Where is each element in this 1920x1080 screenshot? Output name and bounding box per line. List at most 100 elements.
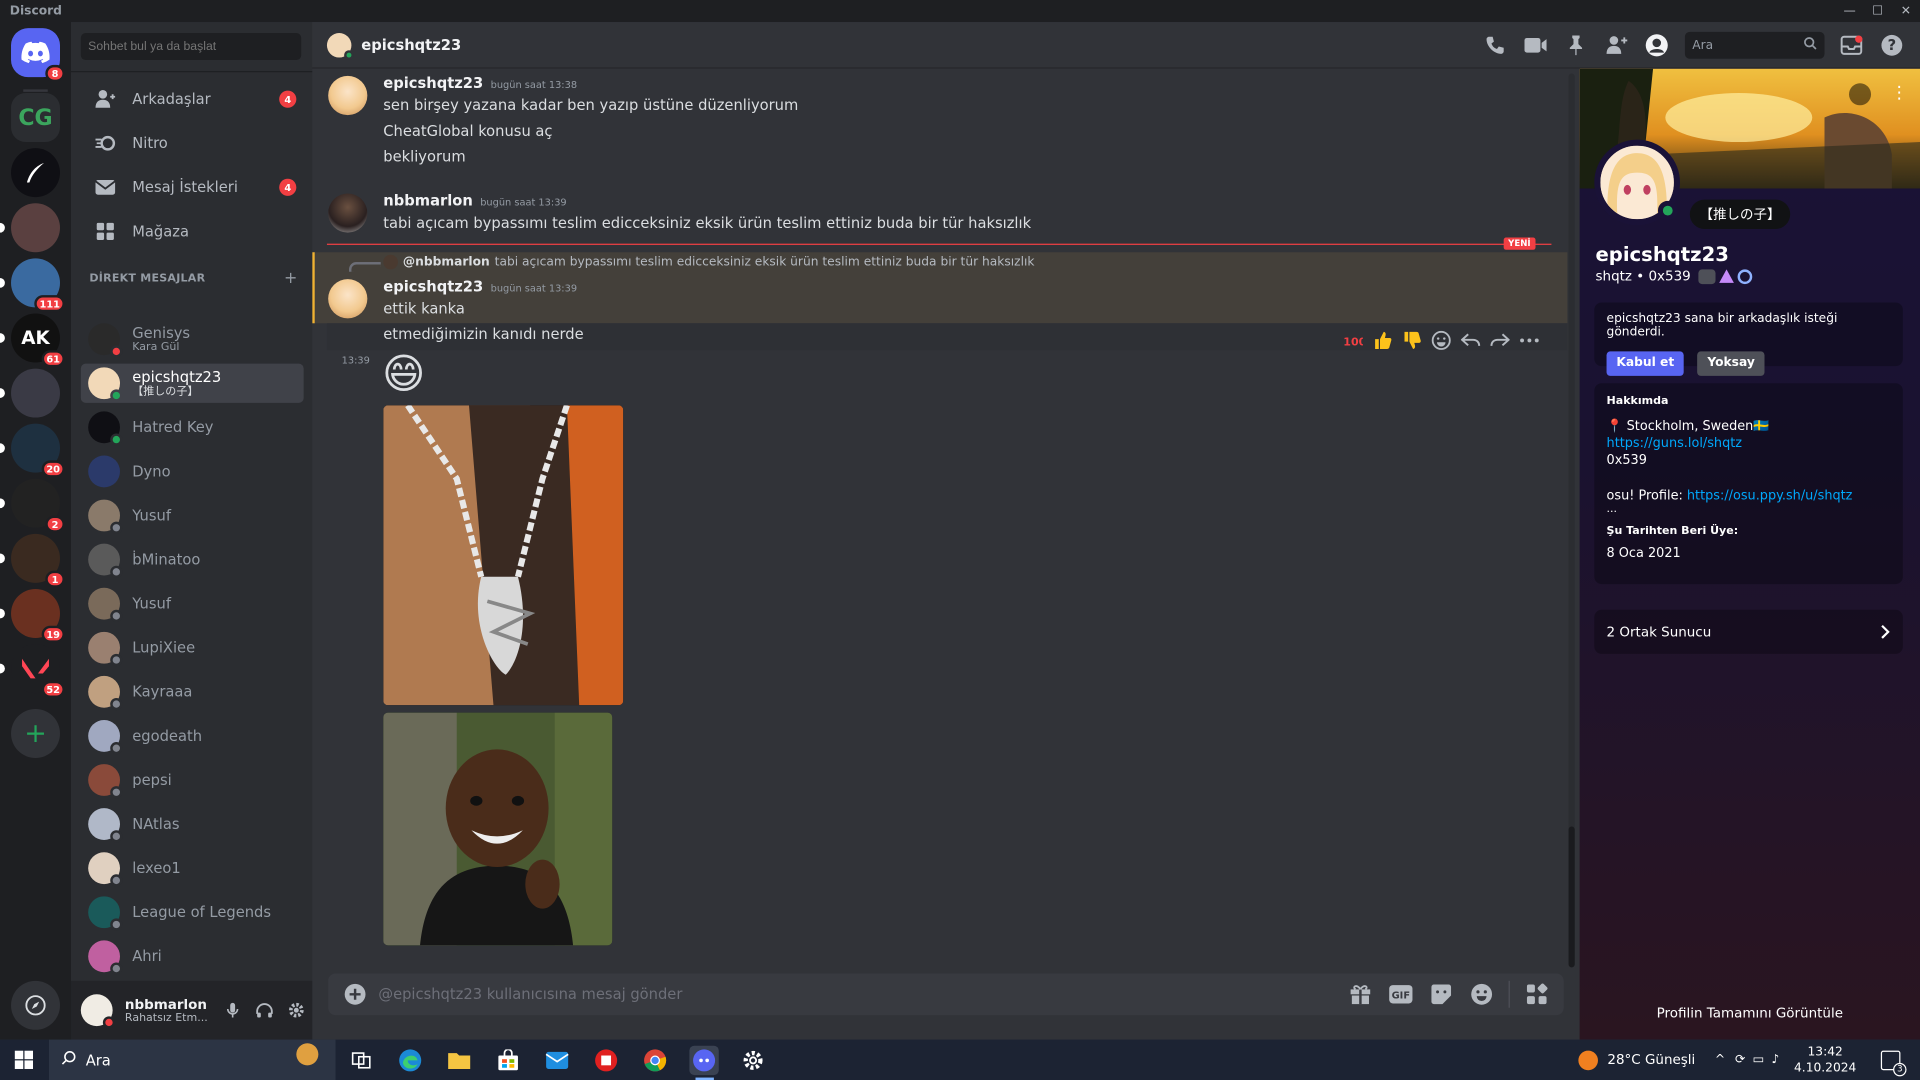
inbox-icon[interactable] xyxy=(1838,32,1865,59)
reaction-100-icon[interactable]: 100 xyxy=(1341,328,1365,352)
mutual-servers-row[interactable]: 2 Ortak Sunucu xyxy=(1594,609,1903,654)
store-icon[interactable] xyxy=(493,1046,522,1075)
image-attachment[interactable] xyxy=(383,712,613,946)
dm-item[interactable]: Genisys Kara Gül xyxy=(81,320,304,359)
volume-icon[interactable]: ♪ xyxy=(1771,1053,1779,1066)
notifications-icon[interactable]: 3 xyxy=(1880,1050,1907,1076)
server-icon[interactable]: 1 xyxy=(0,533,65,588)
message-author[interactable]: epicshqtz23 bugün saat 13:39 xyxy=(383,278,577,295)
nitro-badge-icon[interactable] xyxy=(1737,268,1752,284)
close-icon[interactable]: ✕ xyxy=(1892,0,1920,22)
gift-icon[interactable] xyxy=(1347,981,1374,1008)
server-icon[interactable] xyxy=(0,368,61,418)
dm-item[interactable]: Dyno xyxy=(81,452,304,491)
voice-call-icon[interactable] xyxy=(1482,32,1509,59)
pin-icon[interactable] xyxy=(1562,32,1589,59)
dm-item[interactable]: LupiXiee xyxy=(81,628,304,667)
triangle-badge-icon[interactable] xyxy=(1718,268,1734,283)
badge-icon[interactable] xyxy=(1698,268,1716,284)
app-red-icon[interactable] xyxy=(591,1046,620,1075)
accept-button[interactable]: Kabul et xyxy=(1606,350,1684,376)
video-call-icon[interactable] xyxy=(1522,32,1549,59)
taskbar-search[interactable]: Ara xyxy=(48,1039,336,1080)
dm-item[interactable]: League of Legends xyxy=(81,893,304,932)
server-icon[interactable] xyxy=(0,203,61,253)
maximize-icon[interactable]: ☐ xyxy=(1864,0,1892,22)
thumbs-up-icon[interactable] xyxy=(1370,328,1394,352)
message-author[interactable]: epicshqtz23 bugün saat 13:38 xyxy=(383,75,577,92)
explore-button[interactable] xyxy=(11,980,61,1030)
minimize-icon[interactable]: — xyxy=(1836,0,1864,22)
user-profile-icon[interactable] xyxy=(1643,32,1670,59)
add-friend-icon[interactable] xyxy=(1848,83,1872,106)
more-options-icon[interactable] xyxy=(1517,328,1541,352)
server-icon[interactable]: CG xyxy=(11,93,61,143)
discord-taskbar-icon[interactable] xyxy=(689,1045,719,1076)
edge-icon[interactable] xyxy=(396,1046,425,1075)
more-options-icon[interactable]: ⋮ xyxy=(1891,83,1908,103)
add-reaction-icon[interactable] xyxy=(1429,328,1453,352)
clock[interactable]: 13:42 4.10.2024 xyxy=(1794,1044,1856,1076)
server-icon[interactable]: 19 xyxy=(0,588,65,643)
message-input[interactable]: @epicshqtz23 kullanıcısına mesaj gönder xyxy=(378,986,1347,1003)
guns-lol-link[interactable]: https://guns.lol/shqtz xyxy=(1607,435,1891,452)
message-avatar[interactable] xyxy=(328,279,368,319)
dm-item[interactable]: NAtlas xyxy=(81,804,304,843)
nav-shop[interactable]: Mağaza xyxy=(81,212,304,251)
message-author[interactable]: nbbmarlon bugün saat 13:39 xyxy=(383,192,566,209)
attach-plus-icon[interactable] xyxy=(342,981,369,1008)
view-full-profile-link[interactable]: Profilin Tamamını Görüntüle xyxy=(1580,1005,1920,1021)
reply-preview[interactable]: @nbbmarlon tabi açıcam bypassımı teslim … xyxy=(383,254,1035,270)
add-server-button[interactable]: + xyxy=(11,708,61,758)
server-icon[interactable]: 20 xyxy=(0,423,65,478)
scrollbar-thumb[interactable] xyxy=(1568,826,1575,968)
settings-gear-icon[interactable] xyxy=(738,1046,767,1075)
thumbs-down-icon[interactable] xyxy=(1400,328,1424,352)
gif-icon[interactable]: GIF xyxy=(1387,981,1414,1008)
nav-nitro[interactable]: Nitro xyxy=(81,124,304,163)
home-button[interactable]: 8 xyxy=(11,28,65,83)
dm-item[interactable]: egodeath xyxy=(81,716,304,755)
mail-icon[interactable] xyxy=(542,1046,571,1075)
dm-item[interactable]: Ahri xyxy=(81,937,304,976)
header-search-input[interactable]: Ara xyxy=(1684,31,1825,59)
sync-icon[interactable]: ⟳ xyxy=(1735,1053,1745,1066)
windows-start-icon[interactable] xyxy=(14,1050,34,1074)
headphones-icon[interactable] xyxy=(249,1002,281,1018)
message-mention-highlight[interactable]: @nbbmarlon tabi açıcam bypassımı teslim … xyxy=(312,252,1568,324)
message-composer[interactable]: @epicshqtz23 kullanıcısına mesaj gönder … xyxy=(328,973,1564,1016)
weather-icon[interactable] xyxy=(1578,1050,1598,1070)
task-view-icon[interactable] xyxy=(347,1046,376,1075)
create-dm-button[interactable]: + xyxy=(284,269,298,287)
network-icon[interactable]: ▭ xyxy=(1753,1053,1765,1066)
message-avatar[interactable] xyxy=(328,193,368,233)
server-icon[interactable]: 111 xyxy=(0,258,65,313)
avatar[interactable] xyxy=(80,994,116,1029)
sticker-icon[interactable] xyxy=(1428,981,1455,1008)
dm-item[interactable]: Yusuf xyxy=(81,496,304,535)
server-icon[interactable] xyxy=(11,148,61,198)
weather-text[interactable]: 28°C Güneşli xyxy=(1607,1052,1695,1068)
osu-link[interactable]: https://osu.ppy.sh/u/shqtz xyxy=(1687,489,1853,504)
forward-icon[interactable] xyxy=(1488,328,1512,352)
ignore-button[interactable]: Yoksay xyxy=(1697,350,1765,376)
dm-search-input[interactable] xyxy=(80,33,302,61)
help-icon[interactable]: ? xyxy=(1878,32,1905,59)
message-avatar[interactable] xyxy=(328,75,368,116)
dm-item[interactable]: Yusuf xyxy=(81,584,304,623)
settings-gear-icon[interactable] xyxy=(280,1002,312,1019)
dm-item[interactable]: pepsi xyxy=(81,760,304,799)
reply-icon[interactable] xyxy=(1458,328,1482,352)
scrollbar[interactable] xyxy=(1568,73,1575,968)
nav-message-requests[interactable]: Mesaj İstekleri 4 xyxy=(81,168,304,207)
chevron-up-icon[interactable]: ^ xyxy=(1715,1053,1725,1066)
dm-item[interactable]: Hatred Key xyxy=(81,408,304,447)
dm-item[interactable]: Kayraaa xyxy=(81,672,304,711)
apps-icon[interactable] xyxy=(1523,981,1550,1008)
mic-icon[interactable] xyxy=(217,1002,249,1019)
file-explorer-icon[interactable] xyxy=(444,1046,473,1075)
dm-item[interactable]: lexeo1 xyxy=(81,849,304,888)
server-icon[interactable]: 52 xyxy=(0,644,65,698)
emoji-picker-icon[interactable] xyxy=(1468,981,1495,1008)
dm-item[interactable]: epicshqtz23 【推しの子】 xyxy=(80,363,304,403)
